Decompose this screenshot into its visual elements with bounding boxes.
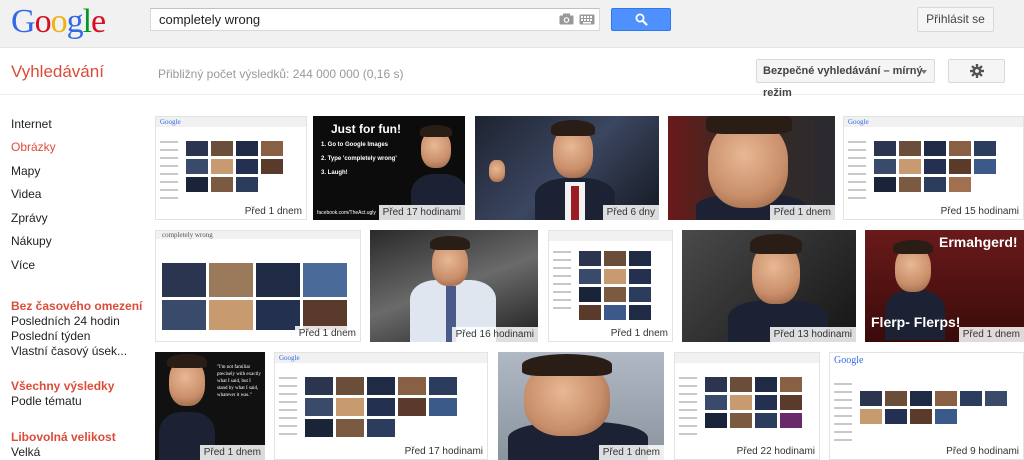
- nav-item-more[interactable]: Více: [11, 257, 35, 273]
- nav-item-shopping[interactable]: Nákupy: [11, 233, 52, 249]
- meme-step: 3. Laugh!: [321, 170, 348, 176]
- logo-letter: o: [34, 3, 52, 40]
- logo-letter: l: [82, 3, 93, 40]
- logo-letter: G: [11, 3, 36, 40]
- nav-item-images[interactable]: Obrázky: [11, 139, 56, 155]
- image-age-label: Před 9 hodinami: [942, 444, 1023, 459]
- size-filter-large[interactable]: Velká: [11, 445, 40, 459]
- image-age-label: Před 1 dnem: [606, 326, 672, 341]
- image-result[interactable]: "I'm not familiar precisely with exactly…: [155, 352, 265, 460]
- image-result[interactable]: Před 22 hodinami: [674, 352, 820, 460]
- image-age-label: Před 17 hodinami: [378, 205, 465, 220]
- image-age-label: Před 15 hodinami: [936, 204, 1023, 219]
- meme-title: Just for fun!: [331, 122, 401, 136]
- image-age-label: Před 13 hodinami: [769, 327, 856, 342]
- image-age-label: Před 17 hodinami: [400, 444, 487, 459]
- image-result[interactable]: Před 16 hodinami: [370, 230, 538, 342]
- image-age-label: Před 1 dnem: [598, 445, 664, 460]
- safesearch-dropdown[interactable]: Bezpečné vyhledávání – mírný režim: [756, 59, 935, 99]
- logo-letter: e: [91, 3, 106, 40]
- image-age-label: Před 22 hodinami: [732, 444, 819, 459]
- image-result[interactable]: Google Před 1 dnem: [155, 116, 307, 220]
- image-result[interactable]: Just for fun! 1. Go to Google Images 2. …: [313, 116, 465, 220]
- image-result[interactable]: completely wrong Před 1 dnem: [155, 230, 361, 342]
- meme-footer: facebook.com/TheAct.ugly: [317, 210, 376, 216]
- chevron-down-icon: [921, 70, 927, 74]
- image-results-grid: Google Před 1 dnem Just for fun! 1. Go t…: [150, 96, 1024, 460]
- gear-icon: [970, 64, 984, 78]
- time-filter-custom[interactable]: Vlastní časový úsek...: [11, 344, 127, 358]
- image-result[interactable]: Před 6 dny: [475, 116, 659, 220]
- time-filter-24h[interactable]: Posledních 24 hodin: [11, 314, 120, 328]
- result-stats: Přibližný počet výsledků: 244 000 000 (0…: [158, 67, 404, 81]
- meme-bottom-text: Flerp- Flerps!: [871, 314, 961, 330]
- meme-step: 1. Go to Google Images: [321, 142, 389, 148]
- image-age-label: Před 1 dnem: [240, 204, 306, 219]
- nav-item-videos[interactable]: Videa: [11, 186, 41, 202]
- nav-item-maps[interactable]: Mapy: [11, 163, 40, 179]
- meme-top-text: Ermahgerd!: [939, 234, 1018, 250]
- results-toolbar: Vyhledávání Přibližný počet výsledků: 24…: [0, 49, 1024, 99]
- image-age-label: Před 1 dnem: [294, 326, 360, 341]
- image-age-label: Před 16 hodinami: [451, 327, 538, 342]
- nav-item-internet[interactable]: Internet: [11, 116, 52, 132]
- logo-letter: g: [66, 3, 84, 40]
- image-age-label: Před 6 dny: [602, 205, 659, 220]
- meme-step: 2. Type 'completely wrong': [321, 156, 397, 162]
- mini-search-text: completely wrong: [162, 231, 213, 239]
- image-age-label: Před 1 dnem: [769, 205, 835, 220]
- google-logo[interactable]: Google: [11, 2, 106, 42]
- results-filter-heading[interactable]: Všechny výsledky: [11, 379, 114, 393]
- search-icon: [635, 13, 648, 26]
- keyboard-icon[interactable]: [579, 14, 595, 25]
- image-age-label: Před 1 dnem: [199, 445, 265, 460]
- image-result[interactable]: Google Před 17 hodinami: [274, 352, 488, 460]
- size-filter-heading[interactable]: Libovolná velikost: [11, 430, 116, 444]
- section-title: Vyhledávání: [11, 62, 104, 81]
- left-nav: Internet Obrázky Mapy Videa Zprávy Nákup…: [0, 96, 150, 460]
- image-result[interactable]: Před 13 hodinami: [682, 230, 856, 342]
- image-result[interactable]: Google Před 15 hodinami: [843, 116, 1024, 220]
- nav-item-news[interactable]: Zprávy: [11, 210, 48, 226]
- signin-button[interactable]: Přihlásit se: [917, 7, 994, 32]
- logo-letter: o: [50, 3, 68, 40]
- image-result[interactable]: Před 1 dnem: [548, 230, 673, 342]
- image-result[interactable]: Ermahgerd! Flerp- Flerps! Před 1 dnem: [865, 230, 1024, 342]
- settings-button[interactable]: [948, 59, 1005, 83]
- image-result[interactable]: Google Před 9 hodinami: [829, 352, 1024, 460]
- camera-icon[interactable]: [559, 13, 574, 25]
- time-filter-heading[interactable]: Bez časového omezení: [11, 299, 142, 313]
- time-filter-week[interactable]: Poslední týden: [11, 329, 90, 343]
- image-result[interactable]: Před 1 dnem: [668, 116, 835, 220]
- search-box[interactable]: [150, 8, 600, 31]
- safesearch-label: Bezpečné vyhledávání – mírný režim: [763, 65, 923, 99]
- image-result[interactable]: Před 1 dnem: [498, 352, 664, 460]
- results-filter-by-topic[interactable]: Podle tématu: [11, 394, 82, 408]
- search-input[interactable]: [151, 9, 551, 30]
- top-bar: Google Přihlásit se: [0, 0, 1024, 48]
- quote-text: "I'm not familiar precisely with exactly…: [217, 365, 261, 398]
- search-button[interactable]: [611, 8, 671, 31]
- image-age-label: Před 1 dnem: [958, 327, 1024, 342]
